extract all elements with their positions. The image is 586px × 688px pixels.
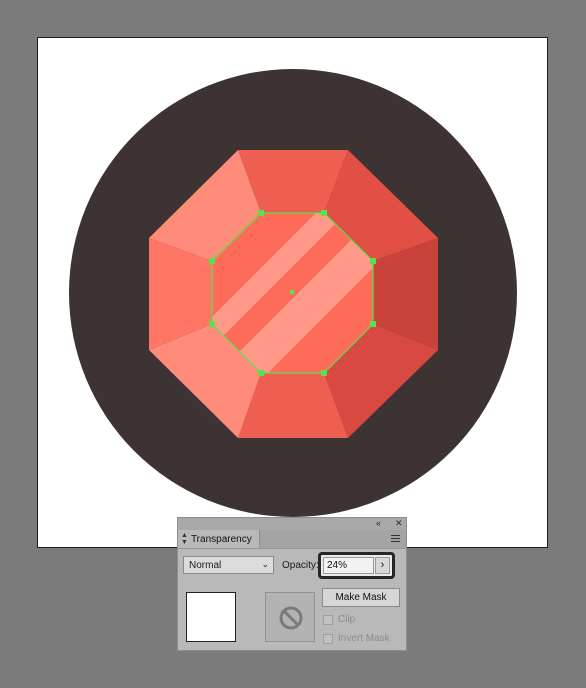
anchor-point[interactable] <box>321 370 327 376</box>
opacity-label: Opacity: <box>282 560 319 571</box>
anchor-point[interactable] <box>258 370 264 376</box>
opacity-control: 24% › <box>318 552 395 579</box>
tab-transparency[interactable]: ▲ ▼ Transparency <box>178 530 260 548</box>
panel-tab-bar: ▲ ▼ Transparency <box>178 530 406 549</box>
blend-mode-value: Normal <box>189 559 222 571</box>
octagon-gem-icon[interactable] <box>38 38 549 549</box>
clip-label: Clip <box>338 614 356 625</box>
anchor-point[interactable] <box>370 321 376 327</box>
invert-mask-label: Invert Mask <box>338 633 390 644</box>
anchor-point[interactable] <box>370 258 376 264</box>
anchor-point[interactable] <box>321 210 327 216</box>
object-thumbnail[interactable] <box>186 592 236 642</box>
center-point[interactable] <box>290 290 294 294</box>
anchor-point[interactable] <box>258 210 264 216</box>
close-panel-icon[interactable]: ✕ <box>395 517 403 529</box>
transparency-panel: « ✕ ▲ ▼ Transparency Normal ⌄ Opacity: 24… <box>177 517 407 651</box>
invert-mask-checkbox[interactable] <box>323 633 333 644</box>
panel-title-bar[interactable]: « ✕ <box>178 518 406 530</box>
tab-arrows-icon[interactable]: ▲ ▼ <box>181 532 188 546</box>
opacity-input[interactable]: 24% <box>323 557 374 574</box>
no-mask-icon <box>279 606 303 630</box>
collapse-panel-icon[interactable]: « <box>376 517 381 529</box>
blend-mode-select[interactable]: Normal ⌄ <box>183 556 274 574</box>
opacity-slider-button[interactable]: › <box>375 557 390 574</box>
chevron-down-icon: ⌄ <box>261 559 269 569</box>
artboard[interactable] <box>37 37 548 548</box>
mask-thumbnail[interactable] <box>265 592 315 642</box>
make-mask-button[interactable]: Make Mask <box>322 588 400 607</box>
anchor-point[interactable] <box>209 258 215 264</box>
invert-mask-checkbox-row[interactable]: Invert Mask <box>323 633 390 644</box>
anchor-point[interactable] <box>209 321 215 327</box>
panel-menu-icon[interactable] <box>391 535 400 544</box>
clip-checkbox[interactable] <box>323 614 333 625</box>
tab-transparency-label: Transparency <box>190 533 252 545</box>
clip-checkbox-row[interactable]: Clip <box>323 614 355 625</box>
